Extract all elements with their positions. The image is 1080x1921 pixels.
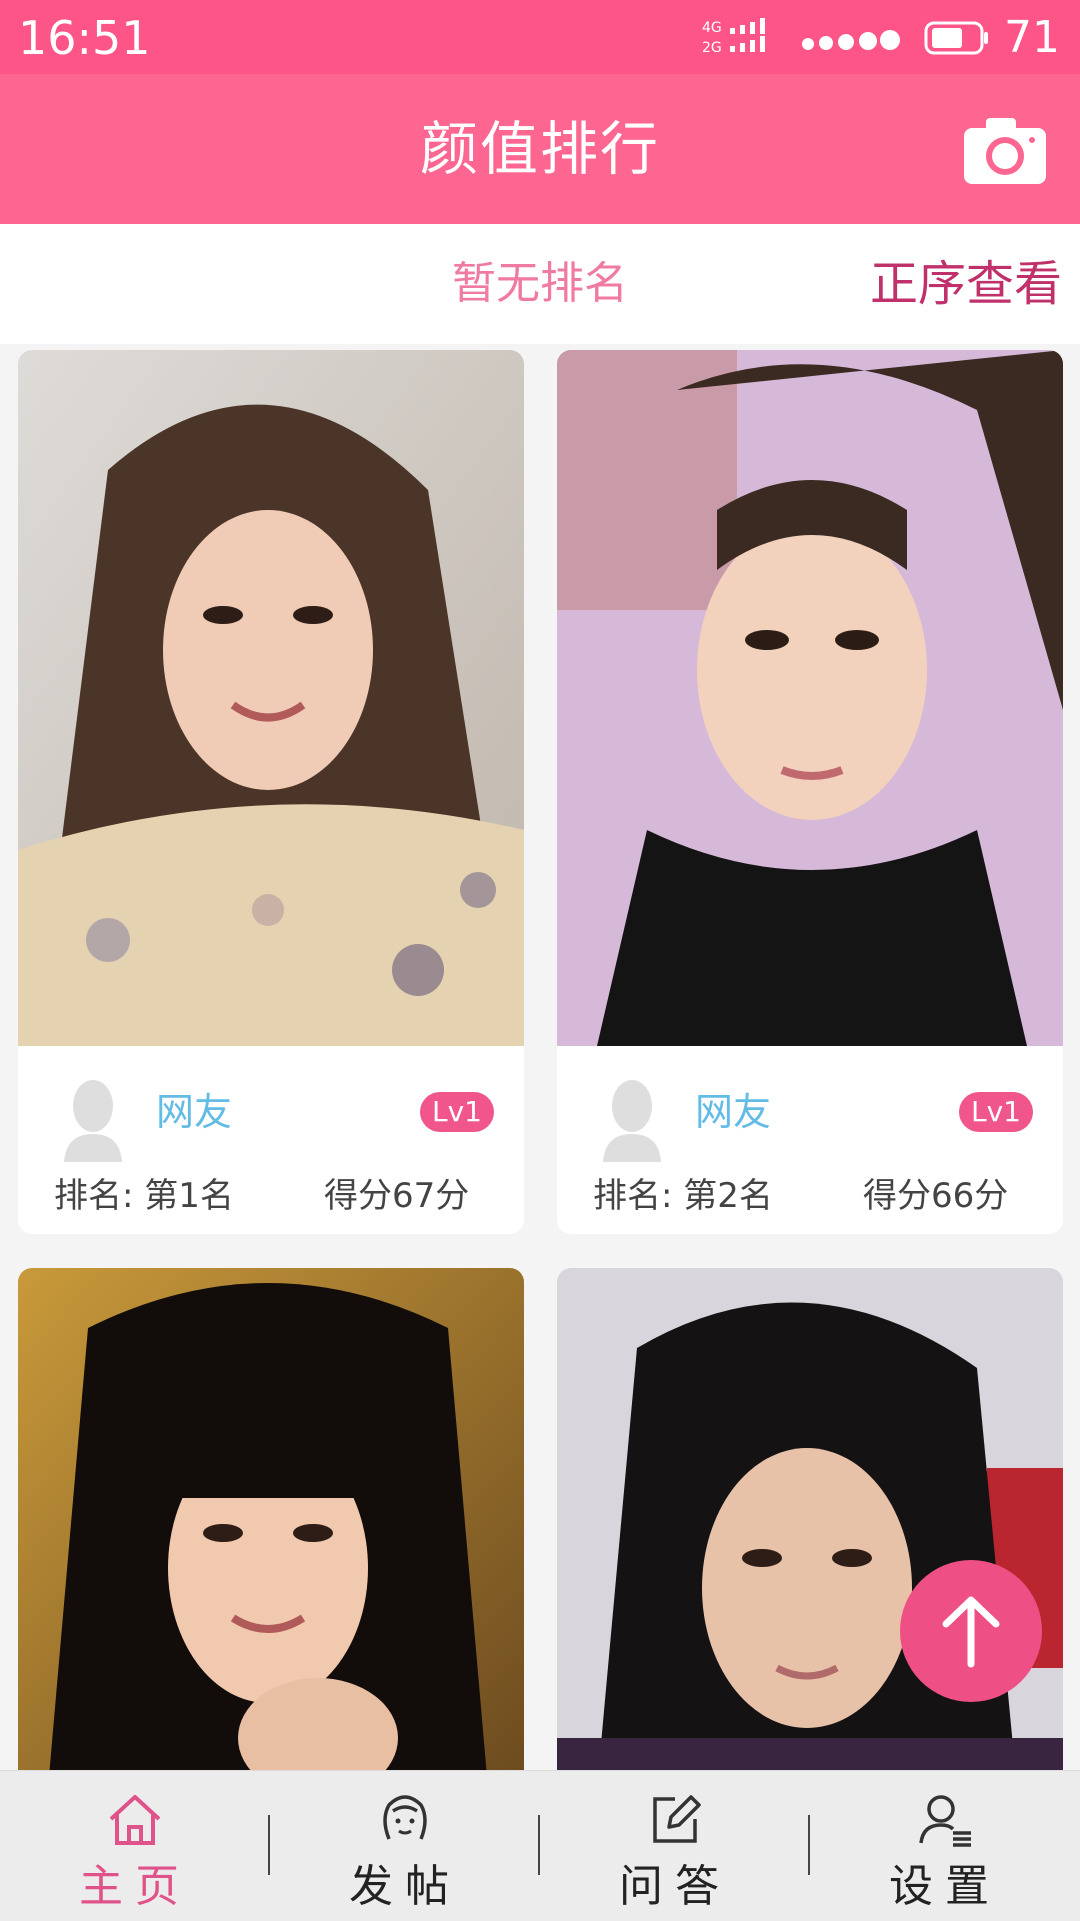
rank-text: 排名: 第1名: [54, 1176, 234, 1216]
level-badge: Lv1: [959, 1092, 1033, 1132]
user-settings-icon: [919, 1795, 971, 1847]
battery-level: 71: [1004, 12, 1060, 63]
avatar-placeholder-icon: [64, 1080, 122, 1162]
ranking-card[interactable]: [18, 1268, 524, 1788]
camera-icon[interactable]: [962, 114, 1048, 186]
home-icon: [109, 1795, 161, 1845]
edit-icon: [653, 1795, 701, 1843]
tab-label: 主页: [79, 1861, 191, 1912]
ranking-card[interactable]: 网友 Lv1 排名: 第2名 得分66分: [557, 350, 1063, 1234]
bottom-tab-bar: 主页 发帖 问答 设置: [0, 1770, 1080, 1921]
avatar-placeholder-icon: [603, 1080, 661, 1162]
tab-label: 设置: [889, 1861, 1001, 1912]
page-title: 颜值排行: [419, 115, 660, 183]
user-photo[interactable]: [557, 1268, 1063, 1788]
level-badge: Lv1: [420, 1092, 494, 1132]
user-photo[interactable]: [18, 350, 524, 1046]
user-nickname[interactable]: 网友: [156, 1084, 232, 1140]
score-text: 得分67分: [324, 1176, 470, 1216]
scroll-top-button[interactable]: [900, 1560, 1042, 1702]
tab-label: 问答: [619, 1861, 731, 1912]
status-bar: 16:51 4G 2G 71: [0, 0, 1080, 74]
user-photo[interactable]: [18, 1268, 524, 1788]
score-text: 得分66分: [863, 1176, 1009, 1216]
signal-dots-icon: [802, 30, 900, 50]
status-time: 16:51: [18, 11, 151, 65]
user-nickname[interactable]: 网友: [695, 1084, 771, 1140]
signal-icon: 4G 2G: [702, 18, 765, 56]
tab-post[interactable]: 发帖: [270, 1771, 540, 1921]
rank-text: 排名: 第2名: [593, 1176, 773, 1216]
arrow-up-icon: [942, 1596, 1000, 1668]
signal-label-4g: 4G: [702, 20, 722, 36]
ranking-subbar: 暂无排名 正序查看: [0, 224, 1080, 344]
tab-home[interactable]: 主页: [0, 1771, 270, 1921]
ranking-card[interactable]: 网友 Lv1 排名: 第1名 得分67分: [18, 350, 524, 1234]
sort-ascending-button[interactable]: 正序查看: [870, 224, 1062, 344]
tab-label: 发帖: [349, 1861, 461, 1912]
ranking-card[interactable]: [557, 1268, 1063, 1788]
signal-label-2g: 2G: [702, 40, 722, 56]
tab-settings[interactable]: 设置: [810, 1771, 1080, 1921]
face-icon: [383, 1795, 427, 1840]
user-photo[interactable]: [557, 350, 1063, 1046]
battery-icon: [924, 21, 988, 55]
tab-qa[interactable]: 问答: [540, 1771, 810, 1921]
app-header: 颜值排行: [0, 74, 1080, 224]
